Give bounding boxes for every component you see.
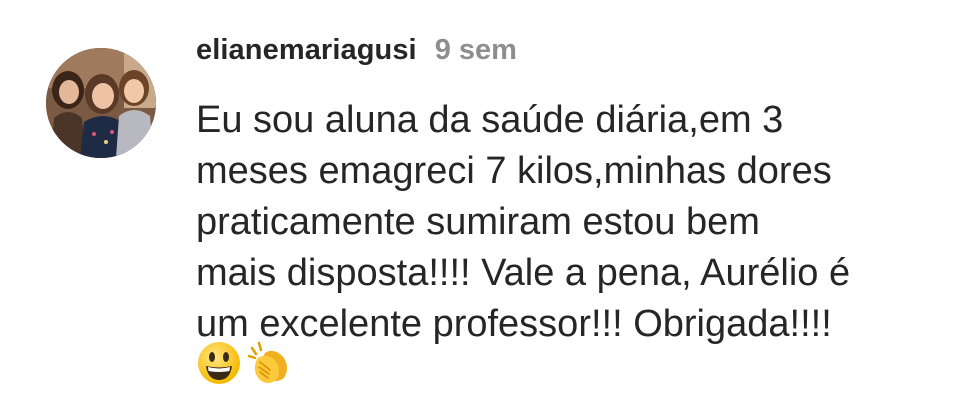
comment-header: elianemariagusi 9 sem [196, 34, 517, 74]
avatar[interactable] [46, 48, 156, 158]
comment-line: mais disposta!!!! Vale a pena, Aurélio é [196, 252, 851, 294]
clapping-hands-icon [247, 341, 287, 383]
avatar-photo [46, 48, 156, 158]
comment-line: meses emagreci 7 kilos,minhas dores [196, 150, 832, 192]
emoji-row [196, 340, 292, 386]
comment-line: praticamente sumiram estou bem [196, 201, 760, 243]
comment-line: Eu sou aluna da saúde diária,em 3 [196, 99, 784, 141]
comment-text: Eu sou aluna da saúde diária,em 3 meses … [196, 95, 936, 350]
grinning-face-icon [198, 342, 240, 384]
comment: elianemariagusi 9 sem Eu sou aluna da sa… [0, 0, 954, 412]
timestamp: 9 sem [434, 34, 517, 66]
username[interactable]: elianemariagusi [196, 34, 417, 67]
comment-line: um excelente professor!!! Obrigada!!!! [196, 303, 832, 345]
